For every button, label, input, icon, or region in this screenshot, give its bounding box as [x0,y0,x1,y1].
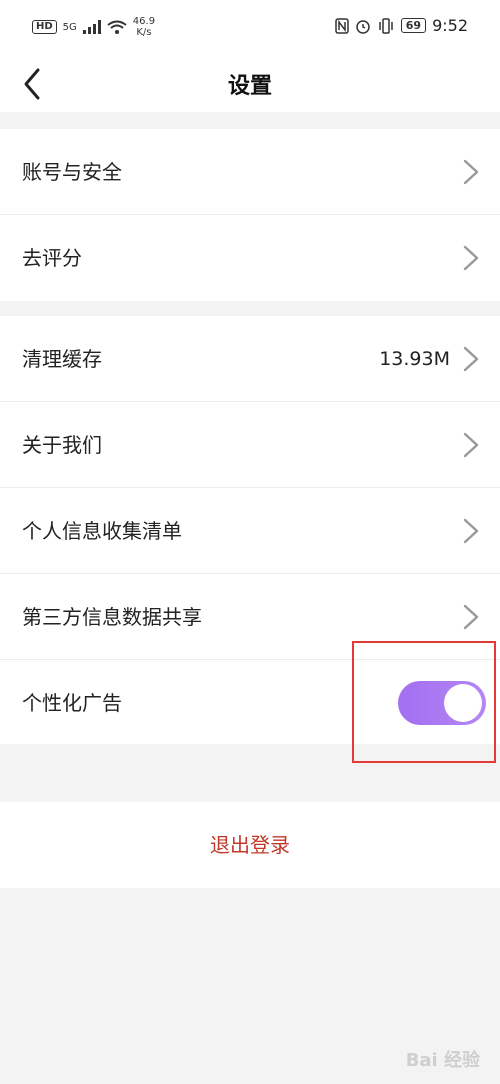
cache-size: 13.93M [379,348,450,370]
battery-icon: 69 [400,18,427,33]
chevron-right-icon [463,245,479,271]
clock-time: 9:52 [432,16,468,35]
vibrate-icon [379,17,393,34]
status-bar: HD 5G 46.9 K/s 69 9:52 [0,0,500,56]
page-title: 设置 [227,74,272,99]
chevron-right-icon [463,432,479,458]
alarm-icon [356,19,370,34]
chevron-right-icon [463,604,479,630]
nav-bar: 设置 [0,56,500,112]
hd-badge: HD [32,20,57,34]
settings-item-account-security[interactable]: 账号与安全 [0,129,500,215]
network-speed: 46.9 K/s [132,16,156,38]
settings-item-about-us[interactable]: 关于我们 [0,402,500,488]
status-left: HD 5G 46.9 K/s [32,16,155,38]
highlight-annotation-box [352,641,496,763]
logout-section: 退出登录 [0,802,500,888]
settings-item-personal-info-list[interactable]: 个人信息收集清单 [0,488,500,574]
settings-group-account: 账号与安全 去评分 [0,129,500,301]
watermark: Bai 经验 [405,1050,480,1071]
settings-item-clear-cache[interactable]: 清理缓存 13.93M [0,316,500,402]
network-type: 5G [62,21,77,33]
chevron-right-icon [463,159,479,185]
nfc-icon [335,17,349,34]
settings-item-rate[interactable]: 去评分 [0,215,500,301]
chevron-right-icon [463,346,479,372]
wifi-icon [107,20,127,34]
logout-button[interactable]: 退出登录 [0,802,500,888]
signal-icon [82,20,101,34]
status-right: 69 9:52 [335,16,468,35]
chevron-right-icon [463,518,479,544]
